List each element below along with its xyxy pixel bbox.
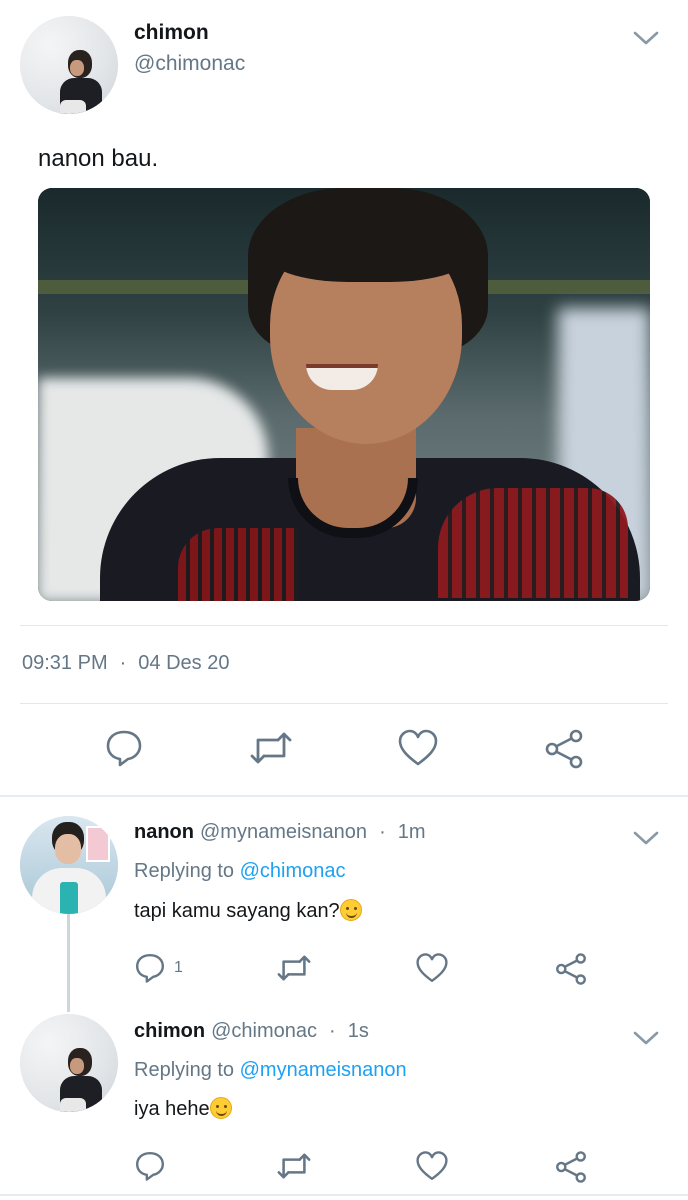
replying-to-link[interactable]: @chimonac	[240, 860, 346, 882]
reply-icon	[104, 728, 144, 768]
retweet-button[interactable]	[248, 728, 294, 768]
chevron-down-icon[interactable]	[632, 28, 660, 48]
like-button[interactable]	[397, 728, 439, 768]
replying-prefix: Replying to	[134, 860, 235, 882]
retweet-button[interactable]	[275, 952, 313, 984]
avatar[interactable]	[20, 1014, 118, 1112]
tweet-photo[interactable]	[38, 188, 650, 601]
tweet-date: 04 Des 20	[138, 652, 230, 674]
meta-separator: ·	[119, 652, 127, 674]
section-divider	[0, 1194, 688, 1196]
reply-icon	[134, 1150, 166, 1182]
reply-text-content: tapi kamu sayang kan?	[134, 900, 340, 922]
heart-icon	[415, 952, 449, 984]
laughing-emoji-icon	[339, 899, 362, 921]
tweet-timestamp: 09:31 PM · 04 Des 20	[22, 652, 229, 675]
like-button[interactable]	[415, 1150, 449, 1182]
retweet-icon	[275, 1150, 313, 1182]
share-icon	[554, 952, 588, 986]
reply-text: iya hehe	[134, 1097, 232, 1121]
reply-count: 1	[174, 959, 183, 976]
author-handle[interactable]: @chimonac	[211, 1020, 317, 1042]
share-button[interactable]	[543, 728, 585, 770]
like-button[interactable]	[415, 952, 449, 984]
meta-separator: ·	[379, 821, 386, 843]
reply-button[interactable]: 1	[134, 952, 183, 984]
chevron-down-icon[interactable]	[632, 1028, 660, 1048]
meta-separator: ·	[329, 1020, 336, 1042]
heart-icon	[397, 728, 439, 768]
replying-to: Replying to @mynameisnanon	[134, 1059, 407, 1082]
avatar[interactable]	[20, 16, 118, 114]
replying-to-link[interactable]: @mynameisnanon	[240, 1059, 407, 1081]
share-button[interactable]	[554, 1150, 588, 1184]
author-name[interactable]: nanon	[134, 821, 194, 843]
replying-to: Replying to @chimonac	[134, 860, 346, 883]
share-icon	[554, 1150, 588, 1184]
reply-header: nanon @mynameisnanon · 1m	[134, 821, 426, 844]
reply-time: 1s	[347, 1020, 369, 1042]
author-name[interactable]: chimon	[134, 21, 209, 45]
reply-icon	[134, 952, 166, 984]
replying-prefix: Replying to	[134, 1059, 235, 1081]
tweet-text: nanon bau.	[38, 145, 159, 172]
author-handle[interactable]: @mynameisnanon	[200, 821, 367, 843]
avatar[interactable]	[20, 816, 118, 914]
reply-button[interactable]	[134, 1150, 166, 1182]
retweet-icon	[275, 952, 313, 984]
reply-time: 1m	[397, 821, 426, 843]
main-tweet: chimon @chimonac nanon bau. 09:31 PM · 04 …	[0, 0, 688, 796]
heart-icon	[415, 1150, 449, 1182]
tweet-time: 09:31 PM	[22, 652, 108, 674]
divider	[20, 703, 668, 704]
retweet-button[interactable]	[275, 1150, 313, 1182]
author-handle[interactable]: @chimonac	[134, 52, 245, 76]
section-divider	[0, 795, 688, 797]
retweet-icon	[248, 728, 294, 768]
author-name[interactable]: chimon	[134, 1020, 205, 1042]
smiling-emoji-icon	[209, 1097, 232, 1119]
divider	[20, 625, 668, 626]
reply-button[interactable]	[104, 728, 144, 768]
reply-text: tapi kamu sayang kan?	[134, 899, 362, 923]
chevron-down-icon[interactable]	[632, 828, 660, 848]
thread-line	[67, 914, 70, 1012]
reply-text-content: iya hehe	[134, 1098, 210, 1120]
share-icon	[543, 728, 585, 770]
share-button[interactable]	[554, 952, 588, 986]
reply-header: chimon @chimonac · 1s	[134, 1020, 369, 1043]
